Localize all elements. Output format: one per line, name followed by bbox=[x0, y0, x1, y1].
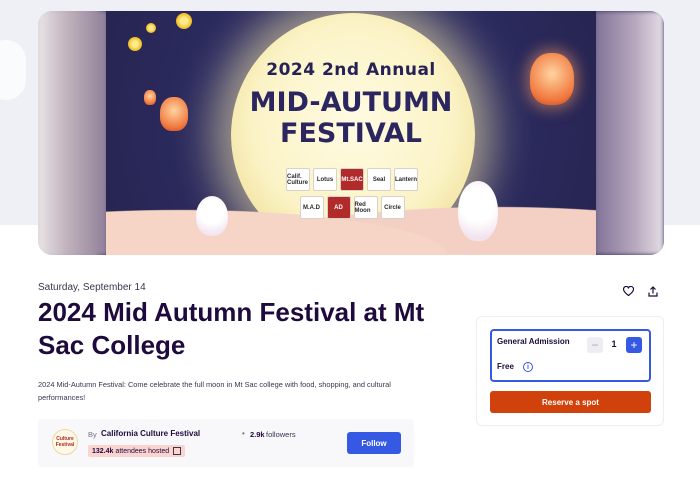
hero-title-line2b: FESTIVAL bbox=[280, 118, 422, 149]
hero-title: MID-AUTUMN FESTIVAL bbox=[106, 87, 596, 149]
attendees-label: attendees hosted bbox=[115, 447, 170, 455]
attendees-hosted-badge: 132.4k attendees hosted bbox=[88, 445, 186, 457]
sponsor-logo: Mt.SAC bbox=[340, 168, 364, 191]
flower-illustration bbox=[146, 23, 156, 33]
rabbit-illustration bbox=[458, 181, 498, 241]
sponsor-logo: M.A.D bbox=[299, 196, 324, 219]
sponsor-logo: Circle bbox=[380, 196, 405, 219]
ticket-price: Free bbox=[497, 362, 514, 371]
event-summary: 2024 Mid-Autumn Festival: Come celebrate… bbox=[38, 380, 391, 402]
plus-icon: + bbox=[630, 338, 638, 352]
hero-blur-right bbox=[594, 11, 664, 255]
hero-banner: 2024 2nd Annual MID-AUTUMN FESTIVAL Cali… bbox=[38, 11, 664, 255]
info-icon[interactable]: i bbox=[523, 362, 533, 372]
attendees-count: 132.4k bbox=[92, 447, 114, 455]
share-icon bbox=[648, 285, 658, 297]
quantity-increase-button[interactable]: + bbox=[626, 337, 642, 353]
organizer-name-link[interactable]: California Culture Festival bbox=[101, 429, 200, 438]
share-button[interactable] bbox=[645, 283, 661, 299]
heart-icon bbox=[622, 286, 634, 296]
follow-button[interactable]: Follow bbox=[347, 432, 401, 454]
organizer-card: Culture Festival By California Culture F… bbox=[38, 419, 414, 467]
hero-image: 2024 2nd Annual MID-AUTUMN FESTIVAL Cali… bbox=[106, 11, 596, 255]
sponsor-logos: Calif. Culture Lotus Mt.SAC Seal Lantern… bbox=[284, 168, 420, 224]
ticket-type-name: General Admission bbox=[497, 337, 570, 346]
hero-title-line2a: MID-AUTUMN bbox=[249, 87, 453, 118]
quantity-decrease-button[interactable]: − bbox=[587, 337, 603, 353]
minus-icon: − bbox=[591, 338, 599, 352]
sponsor-logo: Lotus bbox=[313, 168, 337, 191]
quantity-value: 1 bbox=[611, 339, 617, 349]
decorative-shape bbox=[0, 40, 26, 100]
followers-count: 2.9k bbox=[250, 430, 265, 439]
sponsor-logo: Calif. Culture bbox=[286, 168, 310, 191]
sponsor-logo: AD bbox=[326, 196, 351, 219]
reserve-spot-button[interactable]: Reserve a spot bbox=[490, 391, 651, 413]
hero-title-line1: 2024 2nd Annual bbox=[266, 60, 436, 80]
separator-dot: • bbox=[242, 429, 245, 438]
followers-label: followers bbox=[266, 430, 296, 439]
chart-icon bbox=[173, 447, 182, 455]
hero-blur-left bbox=[38, 11, 108, 255]
flower-illustration bbox=[128, 37, 142, 51]
organizer-by-label: By bbox=[88, 430, 97, 439]
sponsor-logo: Seal bbox=[367, 168, 391, 191]
like-button[interactable] bbox=[620, 283, 636, 299]
flower-illustration bbox=[176, 13, 192, 29]
organizer-logo[interactable]: Culture Festival bbox=[52, 429, 78, 455]
rabbit-illustration bbox=[196, 196, 228, 236]
sponsor-logo: Lantern bbox=[394, 168, 418, 191]
event-title: 2024 Mid Autumn Festival at Mt Sac Colle… bbox=[38, 297, 425, 360]
sponsor-logo: Red Moon bbox=[353, 196, 378, 219]
event-date: Saturday, September 14 bbox=[38, 282, 146, 293]
